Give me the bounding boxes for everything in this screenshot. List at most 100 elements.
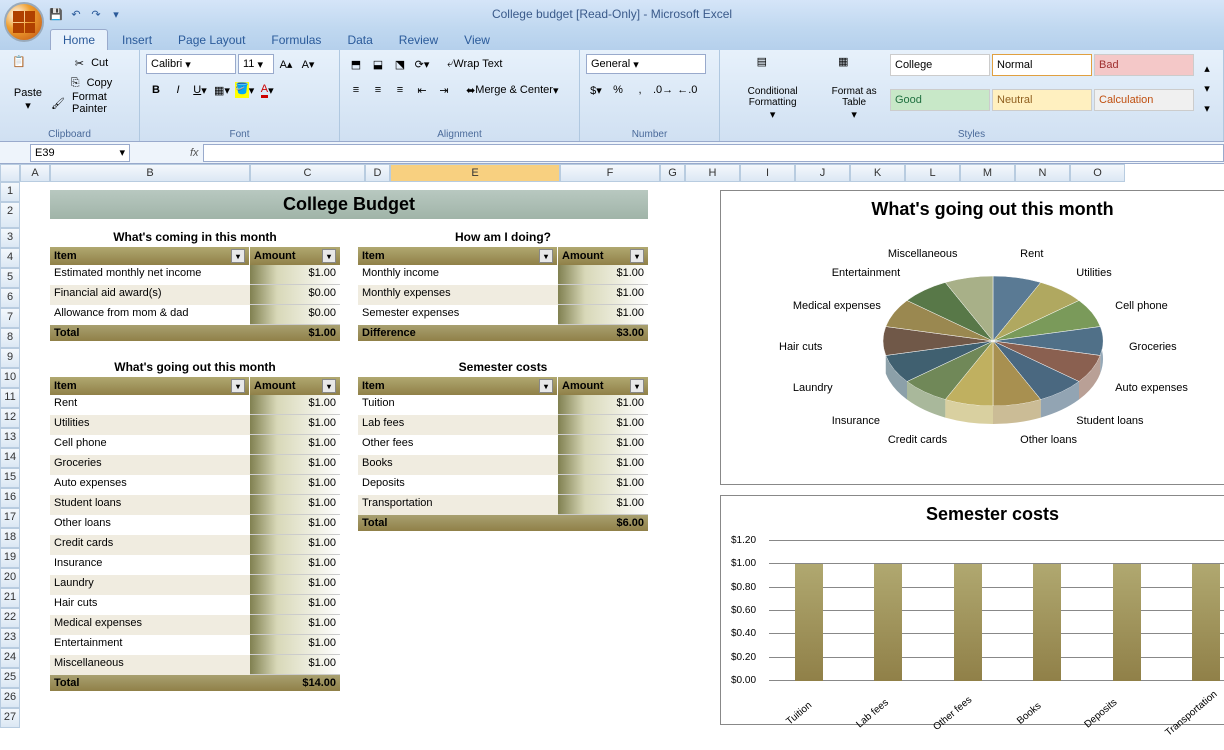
row-header-22[interactable]: 22: [0, 608, 20, 628]
col-header-A[interactable]: A: [20, 164, 50, 182]
number-format-combo[interactable]: General ▾: [586, 54, 706, 74]
style-cell-good[interactable]: Good: [890, 89, 990, 111]
row-header-19[interactable]: 19: [0, 548, 20, 568]
table-row[interactable]: Student loans$1.00: [50, 495, 340, 515]
align-right-button[interactable]: ≡: [390, 80, 410, 100]
col-header-N[interactable]: N: [1015, 164, 1070, 182]
row-header-21[interactable]: 21: [0, 588, 20, 608]
tab-review[interactable]: Review: [387, 30, 450, 50]
undo-icon[interactable]: ↶: [68, 6, 84, 22]
save-icon[interactable]: 💾: [48, 6, 64, 22]
tab-home[interactable]: Home: [50, 29, 108, 50]
row-header-8[interactable]: 8: [0, 328, 20, 348]
shrink-font-button[interactable]: A▾: [298, 54, 318, 74]
merge-center-button[interactable]: ⬌ Merge & Center▾: [461, 80, 563, 100]
row-header-10[interactable]: 10: [0, 368, 20, 388]
border-button[interactable]: ▦▾: [212, 80, 232, 100]
col-header-K[interactable]: K: [850, 164, 905, 182]
row-header-26[interactable]: 26: [0, 688, 20, 708]
table-row[interactable]: Auto expenses$1.00: [50, 475, 340, 495]
office-button[interactable]: [4, 2, 44, 42]
table-row[interactable]: Tuition$1.00: [358, 395, 648, 415]
styles-more-button[interactable]: ▾: [1197, 98, 1217, 118]
tab-data[interactable]: Data: [335, 30, 384, 50]
table-row[interactable]: Groceries$1.00: [50, 455, 340, 475]
bar-chart[interactable]: Semester costs $0.00$0.20$0.40$0.60$0.80…: [720, 495, 1224, 725]
row-header-6[interactable]: 6: [0, 288, 20, 308]
grow-font-button[interactable]: A▴: [276, 54, 296, 74]
increase-indent-button[interactable]: ⇥: [434, 80, 454, 100]
col-header-E[interactable]: E: [390, 164, 560, 182]
decrease-decimal-button[interactable]: ←.0: [676, 80, 698, 100]
decrease-indent-button[interactable]: ⇤: [412, 80, 432, 100]
col-header-L[interactable]: L: [905, 164, 960, 182]
col-header-D[interactable]: D: [365, 164, 390, 182]
align-left-button[interactable]: ≡: [346, 80, 366, 100]
comma-button[interactable]: ,: [630, 80, 650, 100]
table-row[interactable]: Medical expenses$1.00: [50, 615, 340, 635]
table-row[interactable]: Insurance$1.00: [50, 555, 340, 575]
row-header-7[interactable]: 7: [0, 308, 20, 328]
filter-button[interactable]: ▾: [630, 249, 644, 263]
table-row[interactable]: Cell phone$1.00: [50, 435, 340, 455]
cell-styles-gallery[interactable]: CollegeNormalBad GoodNeutralCalculation: [889, 53, 1195, 123]
style-cell-normal[interactable]: Normal: [992, 54, 1092, 76]
table-row[interactable]: Transportation$1.00: [358, 495, 648, 515]
row-header-12[interactable]: 12: [0, 408, 20, 428]
style-cell-neutral[interactable]: Neutral: [992, 89, 1092, 111]
table-row[interactable]: Monthly income$1.00: [358, 265, 648, 285]
formula-input[interactable]: [203, 144, 1224, 162]
filter-button[interactable]: ▾: [231, 379, 245, 393]
table-row[interactable]: Miscellaneous$1.00: [50, 655, 340, 675]
filter-button[interactable]: ▾: [322, 379, 336, 393]
row-header-25[interactable]: 25: [0, 668, 20, 688]
bold-button[interactable]: B: [146, 80, 166, 100]
accounting-button[interactable]: $▾: [586, 80, 606, 100]
filter-button[interactable]: ▾: [539, 379, 553, 393]
table-row[interactable]: Utilities$1.00: [50, 415, 340, 435]
name-box-dropdown-icon[interactable]: ▾: [119, 146, 125, 159]
row-header-15[interactable]: 15: [0, 468, 20, 488]
table-row[interactable]: Laundry$1.00: [50, 575, 340, 595]
align-middle-button[interactable]: ⬓: [368, 54, 388, 74]
row-header-27[interactable]: 27: [0, 708, 20, 728]
filter-button[interactable]: ▾: [630, 379, 644, 393]
col-header-J[interactable]: J: [795, 164, 850, 182]
italic-button[interactable]: I: [168, 80, 188, 100]
name-box[interactable]: E39▾: [30, 144, 130, 162]
font-name-combo[interactable]: Calibri ▾: [146, 54, 236, 74]
style-cell-college[interactable]: College: [890, 54, 990, 76]
conditional-formatting-button[interactable]: ▤ Conditional Formatting▾: [726, 53, 819, 123]
row-header-14[interactable]: 14: [0, 448, 20, 468]
style-cell-calculation[interactable]: Calculation: [1094, 89, 1194, 111]
align-center-button[interactable]: ≡: [368, 80, 388, 100]
tab-page-layout[interactable]: Page Layout: [166, 30, 257, 50]
table-row[interactable]: Semester expenses$1.00: [358, 305, 648, 325]
table-row[interactable]: Other fees$1.00: [358, 435, 648, 455]
table-row[interactable]: Other loans$1.00: [50, 515, 340, 535]
col-header-G[interactable]: G: [660, 164, 685, 182]
row-header-16[interactable]: 16: [0, 488, 20, 508]
tab-formulas[interactable]: Formulas: [259, 30, 333, 50]
table-row[interactable]: Lab fees$1.00: [358, 415, 648, 435]
table-row[interactable]: Allowance from mom & dad$0.00: [50, 305, 340, 325]
row-header-24[interactable]: 24: [0, 648, 20, 668]
style-cell-bad[interactable]: Bad: [1094, 54, 1194, 76]
col-header-H[interactable]: H: [685, 164, 740, 182]
row-header-17[interactable]: 17: [0, 508, 20, 528]
filter-button[interactable]: ▾: [231, 249, 245, 263]
table-row[interactable]: Estimated monthly net income$1.00: [50, 265, 340, 285]
row-header-3[interactable]: 3: [0, 228, 20, 248]
format-as-table-button[interactable]: ▦ Format as Table▾: [819, 53, 889, 123]
paste-button[interactable]: 📋 Paste▾: [6, 53, 50, 123]
row-header-23[interactable]: 23: [0, 628, 20, 648]
redo-icon[interactable]: ↷: [88, 6, 104, 22]
row-header-9[interactable]: 9: [0, 348, 20, 368]
percent-button[interactable]: %: [608, 80, 628, 100]
underline-button[interactable]: U▾: [190, 80, 210, 100]
format-painter-button[interactable]: 🖌 Format Painter: [50, 93, 133, 113]
col-header-M[interactable]: M: [960, 164, 1015, 182]
font-size-combo[interactable]: 11 ▾: [238, 54, 274, 74]
table-row[interactable]: Monthly expenses$1.00: [358, 285, 648, 305]
pie-chart[interactable]: What's going out this month RentUtilitie…: [720, 190, 1224, 485]
